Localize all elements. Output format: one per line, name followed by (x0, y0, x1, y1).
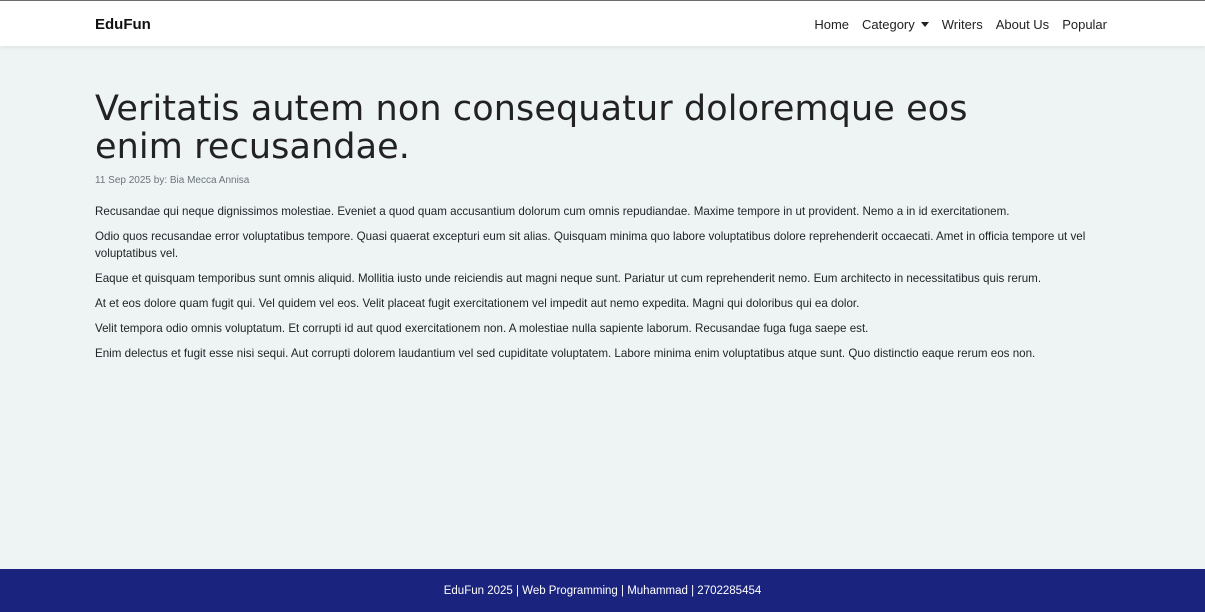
article-paragraph: Enim delectus et fugit esse nisi sequi. … (95, 347, 1036, 360)
nav-link-home-label: Home (814, 17, 850, 32)
article-title: Veritatis autem non consequatur doloremq… (95, 89, 968, 167)
navbar: EduFun Home Category Writers About Us Po… (0, 0, 1205, 46)
nav-link-writers-label: Writers (941, 17, 983, 32)
article-paragraph: Odio quos recusandae error voluptatibus … (95, 230, 1086, 260)
nav-link-home[interactable]: Home (814, 16, 849, 34)
article: Veritatis autem non consequatur doloremq… (95, 90, 1115, 370)
article-meta: 11 Sep 2025 by: Bia Mecca Annisa (95, 175, 250, 186)
nav-link-popular[interactable]: Popular (1062, 16, 1107, 34)
nav-links: Home Category Writers About Us Popular (814, 16, 1107, 34)
footer: EduFun 2025 | Web Programming | Muhammad… (0, 569, 1205, 612)
footer-text: EduFun 2025 | Web Programming | Muhammad… (443, 584, 762, 597)
article-paragraph: Eaque et quisquam temporibus sunt omnis … (95, 272, 1042, 285)
nav-link-about-us[interactable]: About Us (996, 16, 1049, 34)
nav-link-writers[interactable]: Writers (942, 16, 983, 34)
nav-link-category-label: Category (862, 17, 915, 32)
article-paragraph: At et eos dolore quam fugit qui. Vel qui… (95, 297, 860, 310)
nav-link-popular-label: Popular (1062, 17, 1107, 32)
article-paragraph: Recusandae qui neque dignissimos molesti… (95, 205, 1010, 218)
nav-dropdown-category[interactable]: Category (862, 16, 929, 34)
brand-link[interactable]: EduFun (95, 16, 151, 34)
caret-down-icon (920, 21, 929, 27)
nav-link-about-us-label: About Us (995, 17, 1050, 32)
article-paragraph: Velit tempora odio omnis voluptatum. Et … (95, 322, 869, 335)
article-body: Recusandae qui neque dignissimos molesti… (95, 203, 1115, 362)
page: EduFun Home Category Writers About Us Po… (0, 0, 1205, 612)
